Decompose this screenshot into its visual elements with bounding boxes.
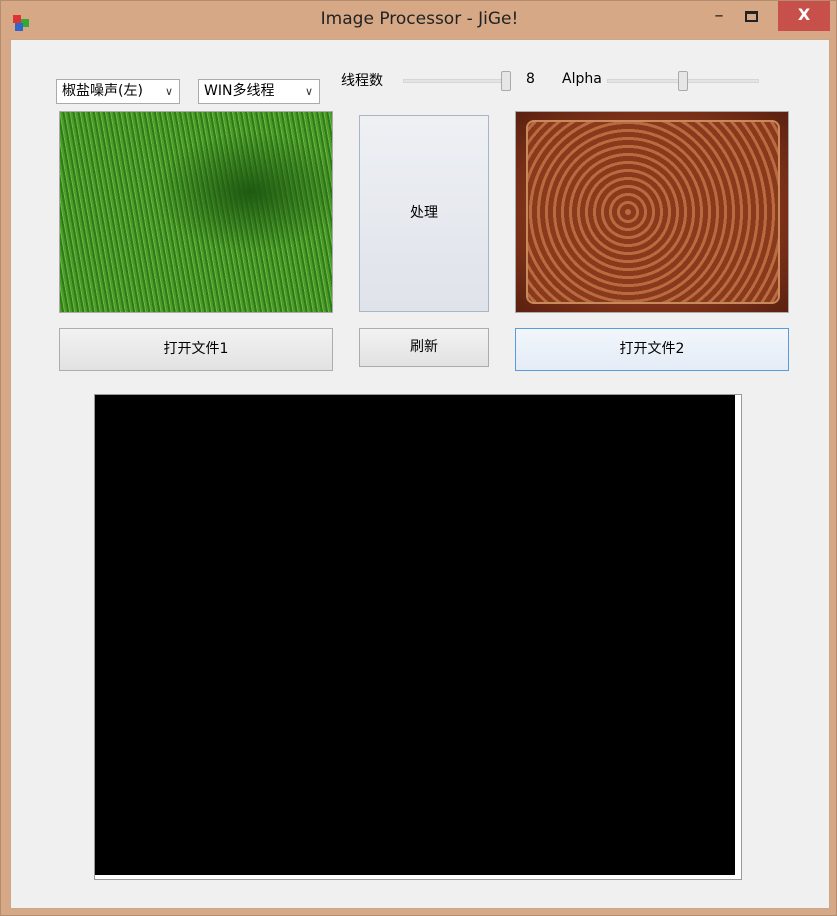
process-button[interactable]: 处理 (359, 115, 489, 312)
refresh-button[interactable]: 刷新 (359, 328, 489, 367)
mode-select[interactable]: WIN多线程 ∨ (198, 79, 320, 104)
filter-select[interactable]: 椒盐噪声(左) ∨ (56, 79, 180, 104)
minimize-button[interactable]: – (704, 5, 734, 35)
maximize-icon (744, 11, 758, 22)
input-image-1 (59, 111, 333, 313)
open-file-1-button[interactable]: 打开文件1 (59, 328, 333, 371)
chevron-down-icon: ∨ (304, 85, 313, 98)
client-area: 椒盐噪声(左) ∨ WIN多线程 ∨ 线程数 8 Alpha 处理 打开文件1 刷新… (10, 39, 830, 909)
alpha-slider-thumb[interactable] (678, 71, 688, 91)
app-window: Image Processor - JiGe! – X 椒盐噪声(左) ∨ WIN… (0, 0, 837, 916)
maximize-button[interactable] (736, 5, 766, 35)
alpha-label: Alpha (562, 71, 602, 87)
filter-select-value: 椒盐噪声(左) (62, 83, 143, 99)
input-image-2 (515, 111, 789, 313)
close-button[interactable]: X (778, 1, 830, 31)
mode-select-value: WIN多线程 (204, 83, 275, 99)
open-file-2-button[interactable]: 打开文件2 (515, 328, 789, 371)
output-image (95, 395, 735, 875)
chevron-down-icon: ∨ (164, 85, 173, 98)
threads-slider-thumb[interactable] (501, 71, 511, 91)
threads-label: 线程数 (341, 73, 383, 89)
threads-slider[interactable] (403, 79, 511, 83)
threads-value: 8 (526, 71, 535, 87)
output-panel (94, 394, 742, 880)
